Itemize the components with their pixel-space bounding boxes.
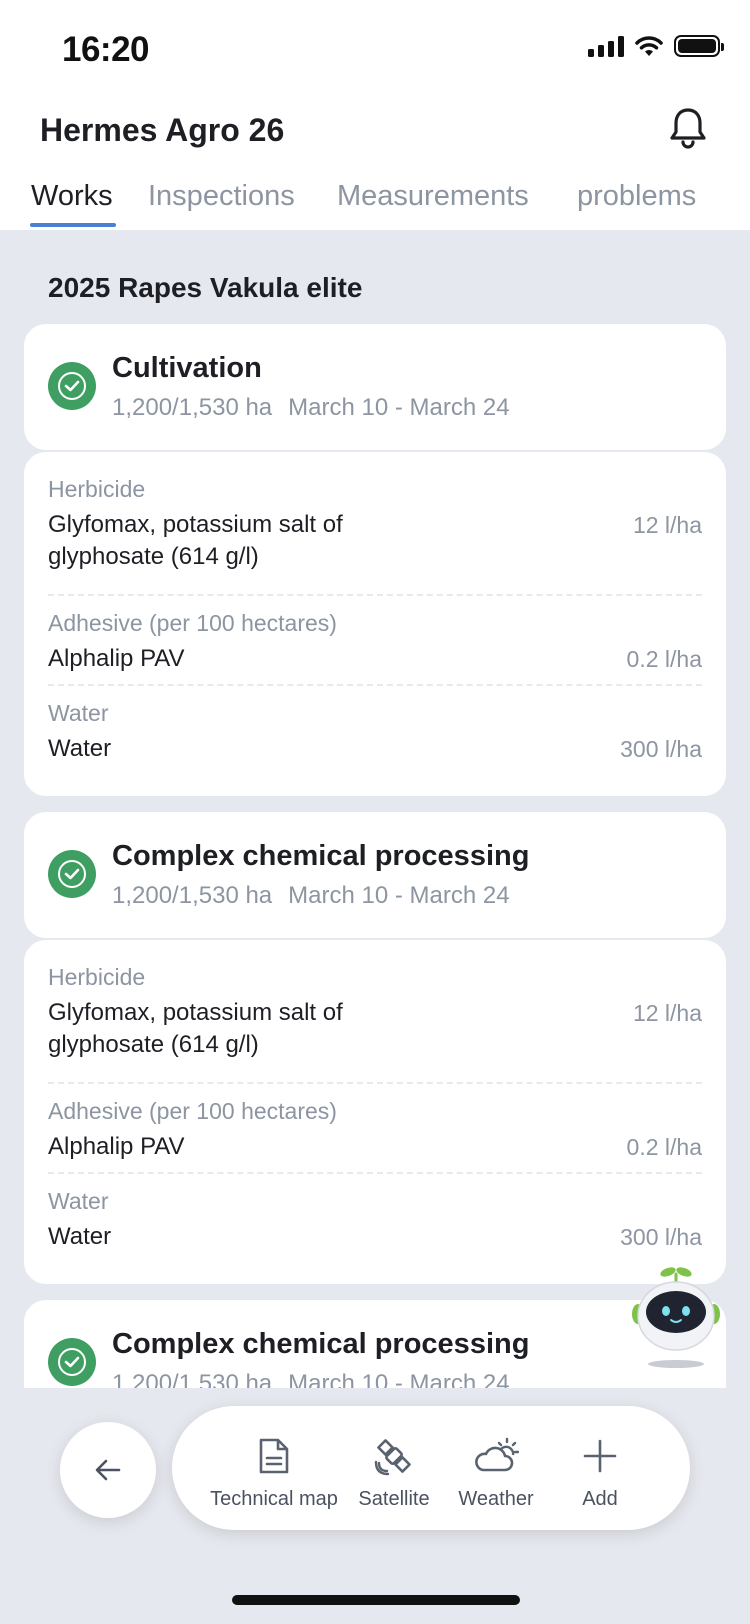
tab-works[interactable]: Works <box>31 180 113 213</box>
tab-problems[interactable]: problems <box>577 180 696 213</box>
item-category: Adhesive (per 100 hectares) <box>48 1098 337 1124</box>
check-circle-icon <box>48 362 96 410</box>
app-header: Hermes Agro 26 <box>0 100 750 180</box>
active-tab-indicator <box>30 223 116 227</box>
arrow-left-icon <box>95 1459 121 1481</box>
robot-assistant-icon[interactable] <box>626 1262 726 1372</box>
battery-icon <box>674 35 724 57</box>
list-item: Water Water 300 l/ha <box>48 1188 702 1253</box>
back-button[interactable] <box>60 1422 156 1518</box>
item-name: Glyfomax, potassium salt of glyphosate (… <box>48 511 343 570</box>
list-item: Herbicide Glyfomax, potassium salt of gl… <box>48 964 702 1061</box>
tab-measurements[interactable]: Measurements <box>337 180 529 213</box>
divider <box>48 684 702 686</box>
item-rate: 300 l/ha <box>620 1224 702 1250</box>
divider <box>48 1082 702 1084</box>
work-dates: March 10 - March 24 <box>288 882 510 909</box>
work-title: Cultivation <box>112 352 262 384</box>
item-name: Water <box>48 1223 112 1250</box>
document-icon <box>257 1432 291 1480</box>
item-category: Herbicide <box>48 476 146 502</box>
check-circle-icon <box>48 850 96 898</box>
item-name: Glyfomax, potassium salt of glyphosate (… <box>48 999 343 1058</box>
add-label: Add <box>582 1488 618 1510</box>
work-area: 1,200/1,530 ha <box>112 394 273 421</box>
list-item: Herbicide Glyfomax, potassium salt of gl… <box>48 476 702 573</box>
item-rate: 0.2 l/ha <box>626 646 702 672</box>
technical-map-label: Technical map <box>210 1488 338 1510</box>
item-category: Adhesive (per 100 hectares) <box>48 610 337 636</box>
divider <box>48 594 702 596</box>
tab-bar: Works Inspections Measurements problems <box>0 180 750 230</box>
item-rate: 12 l/ha <box>632 512 702 538</box>
item-category: Water <box>48 1188 109 1214</box>
work-title: Complex chemical processing <box>112 1328 530 1360</box>
item-rate: 0.2 l/ha <box>626 1134 702 1160</box>
item-category: Herbicide <box>48 964 146 990</box>
wifi-icon <box>635 36 663 56</box>
work-card-details: Herbicide Glyfomax, potassium salt of gl… <box>24 940 726 1284</box>
work-card-header[interactable]: Complex chemical processing 1,200/1,530 … <box>24 812 726 938</box>
status-icons <box>588 34 724 58</box>
divider <box>48 1172 702 1174</box>
plus-icon <box>582 1432 618 1480</box>
work-card-header[interactable]: Cultivation 1,200/1,530 ha March 10 - Mar… <box>24 324 726 450</box>
item-name: Alphalip PAV <box>48 645 185 672</box>
add-button[interactable]: Add <box>558 1406 642 1530</box>
satellite-button[interactable]: Satellite <box>352 1406 436 1530</box>
technical-map-button[interactable]: Technical map <box>208 1406 340 1530</box>
list-item: Adhesive (per 100 hectares) Alphalip PAV… <box>48 610 702 675</box>
work-card-details: Herbicide Glyfomax, potassium salt of gl… <box>24 452 726 796</box>
status-bar: 16:20 <box>0 0 750 100</box>
work-dates: March 10 - March 24 <box>288 394 510 421</box>
page-title: Hermes Agro 26 <box>40 112 285 148</box>
work-title: Complex chemical processing <box>112 840 530 872</box>
item-category: Water <box>48 700 109 726</box>
weather-button[interactable]: Weather <box>452 1406 540 1530</box>
weather-label: Weather <box>458 1488 534 1510</box>
satellite-label: Satellite <box>358 1488 430 1510</box>
home-indicator <box>232 1595 520 1605</box>
section-title: 2025 Rapes Vakula elite <box>48 272 363 303</box>
work-meta: 1,200/1,530 ha March 10 - March 24 <box>112 882 510 910</box>
item-rate: 12 l/ha <box>632 1000 702 1026</box>
list-item: Adhesive (per 100 hectares) Alphalip PAV… <box>48 1098 702 1163</box>
cellular-signal-icon <box>588 35 624 57</box>
work-meta: 1,200/1,530 ha March 10 - March 24 <box>112 394 510 422</box>
bottom-toolbar: Technical map Satellite Weather Add <box>172 1406 690 1530</box>
status-time: 16:20 <box>62 30 150 69</box>
item-name: Alphalip PAV <box>48 1133 185 1160</box>
item-name: Water <box>48 735 112 762</box>
bell-icon[interactable] <box>664 104 712 152</box>
partly-cloudy-icon <box>473 1432 519 1480</box>
check-circle-icon <box>48 1338 96 1386</box>
work-area: 1,200/1,530 ha <box>112 882 273 909</box>
list-item: Water Water 300 l/ha <box>48 700 702 765</box>
tab-inspections[interactable]: Inspections <box>148 180 295 213</box>
satellite-icon <box>373 1432 415 1480</box>
item-rate: 300 l/ha <box>620 736 702 762</box>
